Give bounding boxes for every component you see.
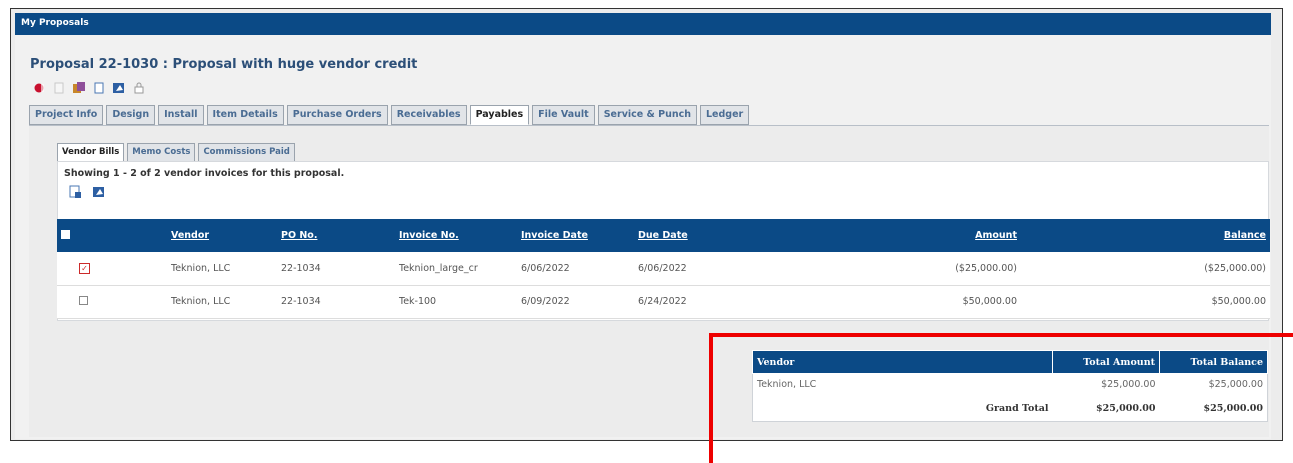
- pdf-icon[interactable]: [112, 81, 126, 95]
- tab-service-punch[interactable]: Service & Punch: [597, 105, 697, 125]
- tab-file-vault[interactable]: File Vault: [532, 105, 595, 125]
- select-all-header: [57, 219, 167, 252]
- invoice-no-cell[interactable]: Tek-100: [395, 285, 517, 319]
- table-row[interactable]: Teknion, LLC 22-1034 Tek-100 6/09/2022 6…: [57, 285, 1270, 319]
- table-header-row: Vendor PO No. Invoice No. Invoice Date D…: [57, 219, 1270, 252]
- payables-sub-tabs: Vendor Bills Memo Costs Commissions Paid: [57, 143, 298, 162]
- summary-vendor-cell: Teknion, LLC: [757, 379, 817, 391]
- table-row[interactable]: ✓ Teknion, LLC 22-1034 Teknion_large_cr …: [57, 252, 1270, 286]
- blank-doc-icon[interactable]: [52, 81, 66, 95]
- subtab-commissions-paid[interactable]: Commissions Paid: [198, 143, 295, 162]
- subtab-memo-costs[interactable]: Memo Costs: [127, 143, 196, 162]
- row-select-cell: [57, 285, 167, 319]
- col-due-date[interactable]: Due Date: [634, 219, 754, 252]
- summary-header-row: Vendor Total Amount Total Balance: [752, 350, 1268, 374]
- showing-count-text: Showing 1 - 2 of 2 vendor invoices for t…: [64, 168, 345, 179]
- col-amount[interactable]: Amount: [754, 219, 1021, 252]
- col-vendor[interactable]: Vendor: [167, 219, 277, 252]
- grand-total-balance: $25,000.00: [1203, 402, 1264, 414]
- invoice-date-cell: 6/09/2022: [517, 285, 634, 319]
- summary-total-balance-cell: $25,000.00: [1208, 379, 1263, 391]
- tab-project-info[interactable]: Project Info: [29, 105, 104, 125]
- grand-total-label: Grand Total: [985, 402, 1049, 414]
- window-title: My Proposals: [21, 18, 89, 28]
- col-invoice-date[interactable]: Invoice Date: [517, 219, 634, 252]
- lock-icon[interactable]: [132, 81, 146, 95]
- amount-cell: $50,000.00: [754, 285, 1021, 319]
- invoice-no-cell[interactable]: Teknion_large_cr: [395, 252, 517, 286]
- summary-col-total-amount: Total Amount: [1052, 350, 1160, 374]
- vendor-cell: Teknion, LLC: [167, 285, 277, 319]
- tag-icon[interactable]: [72, 81, 86, 95]
- invoice-date-cell: 6/06/2022: [517, 252, 634, 286]
- row-status-cell: ✓: [57, 252, 167, 286]
- tab-payables[interactable]: Payables: [469, 105, 530, 125]
- annotation-line-vertical: [709, 333, 713, 463]
- grand-total-row: Grand Total $25,000.00 $25,000.00: [753, 396, 1268, 422]
- document-icon[interactable]: [92, 81, 106, 95]
- proposal-toolbar: [32, 80, 146, 96]
- vendor-cell: Teknion, LLC: [167, 252, 277, 286]
- po-no-cell: 22-1034: [277, 285, 395, 319]
- pdf-icon[interactable]: [92, 185, 106, 199]
- window-title-bar: My Proposals: [15, 13, 1271, 35]
- balance-cell: ($25,000.00): [1021, 252, 1270, 286]
- due-date-cell: 6/24/2022: [634, 285, 754, 319]
- record-icon[interactable]: [32, 81, 46, 95]
- vendor-summary-table: Vendor Total Amount Total Balance Teknio…: [752, 350, 1268, 422]
- main-tabs: Project Info Design Install Item Details…: [29, 105, 752, 125]
- tab-item-details[interactable]: Item Details: [206, 105, 284, 125]
- annotation-line-horizontal: [709, 333, 1293, 337]
- due-date-cell: 6/06/2022: [634, 252, 754, 286]
- col-balance[interactable]: Balance: [1021, 219, 1270, 252]
- tab-receivables[interactable]: Receivables: [390, 105, 467, 125]
- subtab-vendor-bills[interactable]: Vendor Bills: [57, 143, 125, 162]
- grand-total-amount: $25,000.00: [1096, 402, 1156, 414]
- tab-design[interactable]: Design: [106, 105, 156, 125]
- balance-cell: $50,000.00: [1021, 285, 1270, 319]
- amount-cell: ($25,000.00): [754, 252, 1021, 286]
- summary-row: Teknion, LLC $25,000.00 $25,000.00: [753, 374, 1268, 396]
- tab-install[interactable]: Install: [158, 105, 204, 125]
- proposal-title: Proposal 22-1030 : Proposal with huge ve…: [30, 57, 418, 72]
- select-all-checkbox[interactable]: [61, 229, 70, 239]
- tab-ledger[interactable]: Ledger: [700, 105, 750, 125]
- add-document-icon[interactable]: [68, 185, 82, 199]
- credit-document-icon[interactable]: ✓: [79, 262, 90, 274]
- vendor-bills-toolbar: [68, 185, 106, 199]
- po-no-cell: 22-1034: [277, 252, 395, 286]
- summary-total-amount-cell: $25,000.00: [1101, 379, 1156, 391]
- tab-purchase-orders[interactable]: Purchase Orders: [286, 105, 388, 125]
- col-po-no[interactable]: PO No.: [277, 219, 395, 252]
- summary-col-vendor: Vendor: [752, 350, 1053, 374]
- vendor-bills-table: Vendor PO No. Invoice No. Invoice Date D…: [57, 219, 1270, 319]
- summary-col-total-balance: Total Balance: [1159, 350, 1268, 374]
- col-invoice-no[interactable]: Invoice No.: [395, 219, 517, 252]
- row-checkbox[interactable]: [79, 295, 88, 305]
